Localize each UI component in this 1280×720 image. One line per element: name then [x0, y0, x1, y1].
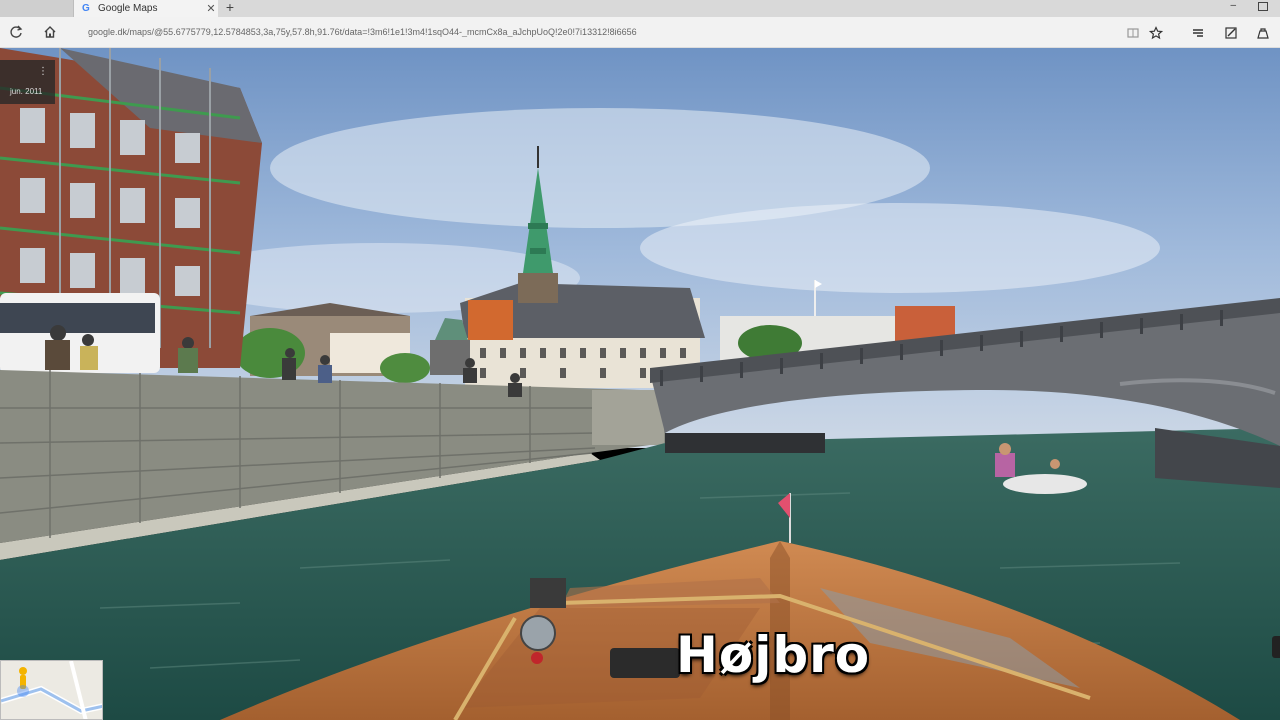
tab-strip: G Google Maps ✕ + – — [0, 0, 1280, 17]
close-tab-icon[interactable]: ✕ — [204, 2, 218, 15]
refresh-icon[interactable] — [8, 24, 24, 40]
minimap[interactable] — [0, 660, 103, 720]
favorite-star-icon[interactable] — [1148, 25, 1164, 41]
share-icon[interactable] — [1255, 25, 1271, 41]
tab-google-maps[interactable]: G Google Maps ✕ — [74, 0, 218, 17]
hub-icon[interactable] — [1190, 25, 1206, 41]
minimize-icon[interactable]: – — [1230, 0, 1236, 12]
expand-controls-icon[interactable] — [1272, 636, 1280, 658]
reading-view-icon[interactable] — [1125, 25, 1141, 41]
streetview-panorama[interactable]: ⋮ jun. 2011 — [0, 48, 1280, 720]
web-note-icon[interactable] — [1223, 25, 1239, 41]
url-field[interactable]: google.dk/maps/@55.6775779,12.5784853,3a… — [88, 27, 648, 37]
capture-date-chip[interactable]: ⋮ jun. 2011 — [0, 60, 55, 104]
more-options-icon[interactable]: ⋮ — [38, 66, 48, 77]
maximize-icon[interactable] — [1258, 2, 1268, 11]
tab-title: Google Maps — [98, 3, 158, 14]
home-icon[interactable] — [42, 24, 58, 40]
capture-date: jun. 2011 — [10, 87, 43, 96]
address-toolbar: google.dk/maps/@55.6775779,12.5784853,3a… — [0, 17, 1280, 48]
google-g-icon: G — [82, 3, 90, 14]
tab-previous[interactable] — [0, 0, 74, 17]
place-name-caption: Højbro — [676, 626, 871, 684]
new-tab-icon[interactable]: + — [222, 0, 238, 17]
